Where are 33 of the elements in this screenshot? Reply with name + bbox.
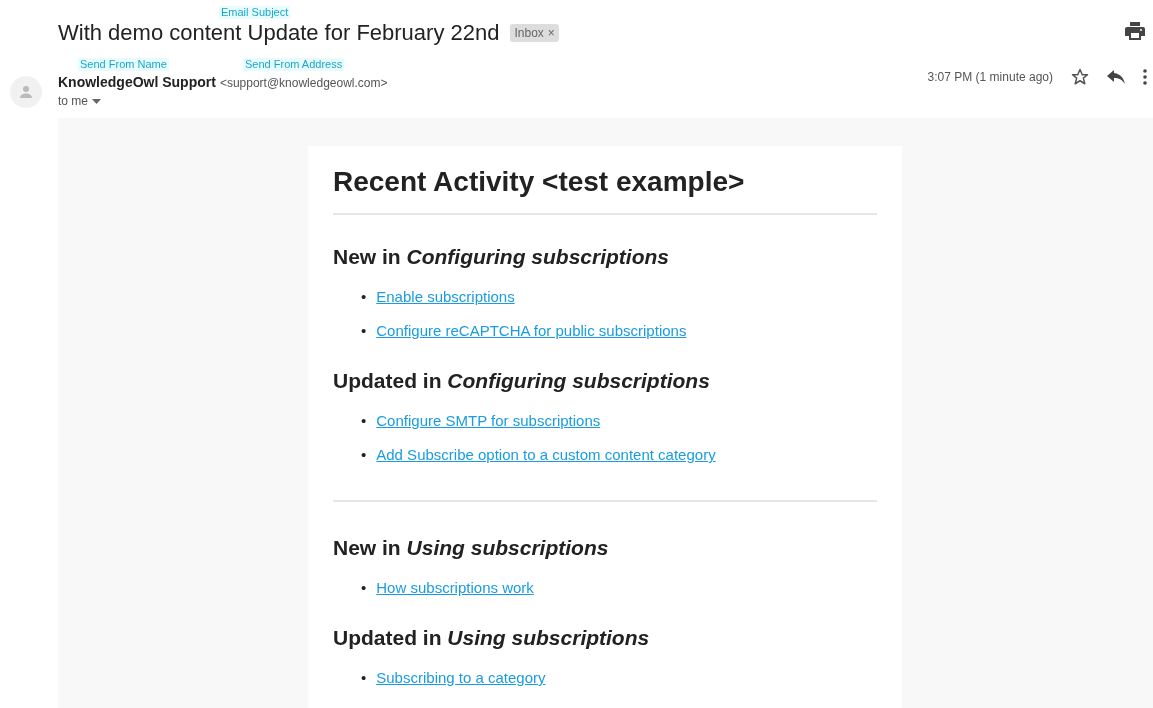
sender-address: <support@knowledgeowl.com> bbox=[219, 76, 388, 90]
bullet: • bbox=[361, 447, 367, 463]
more-options-icon[interactable] bbox=[1143, 69, 1147, 85]
article-link[interactable]: Configure reCAPTCHA for public subscriptions bbox=[376, 323, 687, 339]
inbox-label-chip[interactable]: Inbox × bbox=[510, 24, 559, 42]
section-heading: Updated in Using subscriptions bbox=[333, 626, 651, 650]
bullet: • bbox=[361, 580, 367, 596]
article-link[interactable]: Enable subscriptions bbox=[376, 289, 515, 305]
bullet: • bbox=[361, 289, 367, 305]
caret-icon bbox=[92, 98, 101, 104]
bullet: • bbox=[361, 323, 367, 339]
annotation-label: Email Subject bbox=[219, 6, 291, 19]
sender-name: KnowledgeOwl Support bbox=[58, 74, 216, 90]
timestamp: 3:07 PM (1 minute ago) bbox=[927, 70, 1053, 84]
avatar-icon bbox=[10, 76, 42, 108]
section-heading: New in Configuring subscriptions bbox=[333, 245, 671, 269]
bullet: • bbox=[361, 670, 367, 686]
article-link[interactable]: Configure SMTP for subscriptions bbox=[376, 413, 601, 429]
star-icon[interactable] bbox=[1071, 68, 1089, 86]
bullet: • bbox=[361, 413, 367, 429]
remove-label-button[interactable]: × bbox=[547, 26, 555, 40]
reply-icon[interactable] bbox=[1107, 70, 1125, 84]
annotation-label: Send From Name bbox=[78, 58, 169, 71]
annotation-label: Send From Address bbox=[243, 58, 345, 71]
article-link[interactable]: How subscriptions work bbox=[376, 580, 534, 596]
email-heading: Recent Activity <test example> bbox=[333, 166, 877, 215]
print-icon[interactable] bbox=[1125, 22, 1145, 40]
article-link[interactable]: Add Subscribe option to a custom content category bbox=[376, 447, 716, 463]
email-subject: With demo content Update for February 22nd bbox=[58, 20, 500, 46]
recipient-dropdown[interactable]: to me bbox=[58, 94, 101, 108]
section-heading: New in Using subscriptions bbox=[333, 536, 610, 560]
section-heading: Updated in Configuring subscriptions bbox=[333, 369, 711, 393]
article-link[interactable]: Subscribing to a category bbox=[376, 670, 546, 686]
